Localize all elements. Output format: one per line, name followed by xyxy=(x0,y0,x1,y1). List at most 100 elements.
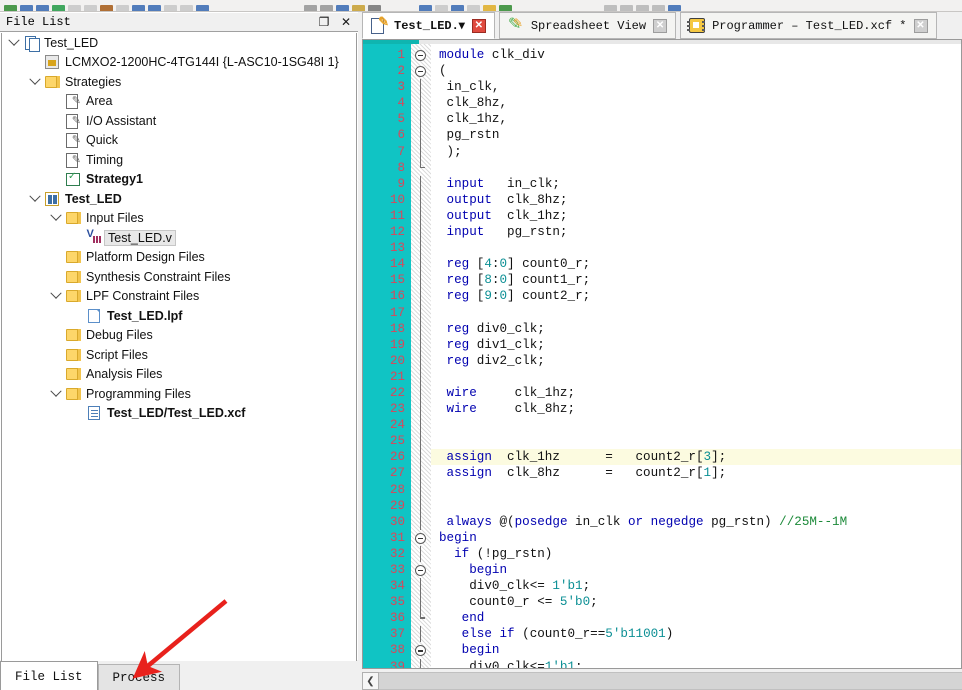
code-folding-margin[interactable] xyxy=(411,44,431,668)
code-line[interactable]: end xyxy=(431,610,961,626)
tab-close-icon[interactable]: ✕ xyxy=(913,18,928,33)
code-line[interactable]: wire clk_1hz; xyxy=(431,385,961,401)
tree-item[interactable]: Synthesis Constraint Files xyxy=(2,267,356,287)
code-line[interactable]: reg div1_clk; xyxy=(431,337,961,353)
code-line[interactable]: wire clk_8hz; xyxy=(431,401,961,417)
toolbar-icon[interactable] xyxy=(164,5,177,11)
code-line[interactable]: output clk_1hz; xyxy=(431,208,961,224)
toolbar-icon[interactable] xyxy=(636,5,649,11)
tree-item[interactable]: Test_LED.v xyxy=(2,228,356,248)
toolbar-icon[interactable] xyxy=(100,5,113,11)
left-tab-file-list[interactable]: File List xyxy=(0,661,98,690)
toolbar-icon[interactable] xyxy=(84,5,97,11)
editor-tab[interactable]: Spreadsheet View ✕ xyxy=(498,12,677,39)
code-line[interactable] xyxy=(431,417,961,433)
tree-item[interactable]: Script Files xyxy=(2,345,356,365)
toolbar-icon[interactable] xyxy=(320,5,333,11)
fold-marker[interactable] xyxy=(411,530,431,546)
code-line[interactable]: reg [4:0] count0_r; xyxy=(431,256,961,272)
code-line[interactable]: reg div2_clk; xyxy=(431,353,961,369)
code-line[interactable]: reg div0_clk; xyxy=(431,321,961,337)
code-line[interactable] xyxy=(431,433,961,449)
toolbar-icon[interactable] xyxy=(419,5,432,11)
fold-marker[interactable] xyxy=(411,642,431,658)
code-line[interactable]: else if (count0_r==5'b11001) xyxy=(431,626,961,642)
code-line[interactable]: count0_r <= 5'b0; xyxy=(431,594,961,610)
close-icon[interactable]: ✕ xyxy=(339,15,353,30)
toolbar-icon[interactable] xyxy=(652,5,665,11)
code-line[interactable] xyxy=(431,305,961,321)
code-line[interactable]: begin xyxy=(431,642,961,658)
code-line[interactable]: ( xyxy=(431,63,961,79)
tab-close-icon[interactable]: ✕ xyxy=(471,18,486,33)
toolbar-icon[interactable] xyxy=(68,5,81,11)
code-editor[interactable]: 1 2 3 4 5 6 7 8 9 10 11 12 13 14 15 16 17 18 19 20 21 22 23 24 2… xyxy=(362,39,962,669)
toolbar-icon[interactable] xyxy=(352,5,365,11)
code-line[interactable] xyxy=(431,498,961,514)
tree-item[interactable]: Test_LED.lpf xyxy=(2,306,356,326)
chevron-down-icon[interactable] xyxy=(27,74,43,90)
scrollbar-track[interactable] xyxy=(379,672,962,690)
code-view[interactable]: 1 2 3 4 5 6 7 8 9 10 11 12 13 14 15 16 17 18 19 20 21 22 23 24 2… xyxy=(363,44,961,668)
code-line[interactable]: in_clk, xyxy=(431,79,961,95)
editor-tab[interactable]: Test_LED.▾ ✕ xyxy=(362,12,495,39)
code-line[interactable]: div0_clk<= 1'b1; xyxy=(431,578,961,594)
toolbar-icon[interactable] xyxy=(467,5,480,11)
toolbar-icon[interactable] xyxy=(304,5,317,11)
tree-item[interactable]: Timing xyxy=(2,150,356,170)
code-line[interactable]: output clk_8hz; xyxy=(431,192,961,208)
code-line[interactable]: module clk_div xyxy=(431,47,961,63)
toolbar-icon[interactable] xyxy=(148,5,161,11)
horizontal-scrollbar[interactable]: ❮ xyxy=(362,671,962,690)
tree-item[interactable]: Debug Files xyxy=(2,326,356,346)
tree-item[interactable]: Analysis Files xyxy=(2,365,356,385)
toolbar-icon[interactable] xyxy=(36,5,49,11)
tree-item[interactable]: Test_LED/Test_LED.xcf xyxy=(2,404,356,424)
toolbar-icon[interactable] xyxy=(52,5,65,11)
toolbar-icon[interactable] xyxy=(668,5,681,11)
tree-item[interactable]: LCMXO2-1200HC-4TG144I {L-ASC10-1SG48I 1} xyxy=(2,53,356,73)
tree-item[interactable]: Strategy1 xyxy=(2,170,356,190)
code-line[interactable]: div0_clk<=1'b1; xyxy=(431,659,961,668)
code-line[interactable]: reg [8:0] count1_r; xyxy=(431,272,961,288)
code-line[interactable]: if (!pg_rstn) xyxy=(431,546,961,562)
tree-item[interactable]: Test_LED xyxy=(2,189,356,209)
code-line[interactable]: clk_1hz, xyxy=(431,111,961,127)
fold-marker[interactable] xyxy=(411,47,431,63)
code-line[interactable] xyxy=(431,240,961,256)
toolbar-icon[interactable] xyxy=(336,5,349,11)
toolbar-icon[interactable] xyxy=(620,5,633,11)
restore-icon[interactable]: ❐ xyxy=(317,15,331,30)
code-line[interactable] xyxy=(431,482,961,498)
code-line[interactable]: pg_rstn xyxy=(431,127,961,143)
code-line[interactable]: assign clk_8hz = count2_r[1]; xyxy=(431,465,961,481)
toolbar-icon[interactable] xyxy=(499,5,512,11)
fold-collapse-icon[interactable] xyxy=(415,50,426,61)
toolbar-icon[interactable] xyxy=(435,5,448,11)
fold-collapse-icon[interactable] xyxy=(415,66,426,78)
code-line[interactable]: input in_clk; xyxy=(431,176,961,192)
code-line[interactable]: begin xyxy=(431,530,961,546)
code-line[interactable]: begin xyxy=(431,562,961,578)
fold-marker[interactable] xyxy=(411,562,431,578)
tree-item[interactable]: Area xyxy=(2,92,356,112)
code-line[interactable] xyxy=(431,160,961,176)
chevron-down-icon[interactable] xyxy=(48,386,64,402)
code-line[interactable]: input pg_rstn; xyxy=(431,224,961,240)
tree-item[interactable]: LPF Constraint Files xyxy=(2,287,356,307)
toolbar-icon[interactable] xyxy=(604,5,617,11)
code-line[interactable]: always @(posedge in_clk or negedge pg_rs… xyxy=(431,514,961,530)
chevron-down-icon[interactable] xyxy=(6,35,22,51)
tree-item[interactable]: Strategies xyxy=(2,72,356,92)
toolbar-icon[interactable] xyxy=(180,5,193,11)
tree-item[interactable]: Platform Design Files xyxy=(2,248,356,268)
tree-item[interactable]: Programming Files xyxy=(2,384,356,404)
left-tab-process[interactable]: Process xyxy=(97,664,181,690)
chevron-down-icon[interactable] xyxy=(27,191,43,207)
project-tree[interactable]: Test_LED LCMXO2-1200HC-4TG144I {L-ASC10-1… xyxy=(1,33,357,663)
code-line[interactable]: ); xyxy=(431,144,961,160)
chevron-left-icon[interactable]: ❮ xyxy=(362,672,379,690)
tree-item[interactable]: Quick xyxy=(2,131,356,151)
toolbar-icon[interactable] xyxy=(196,5,209,11)
toolbar-icon[interactable] xyxy=(451,5,464,11)
